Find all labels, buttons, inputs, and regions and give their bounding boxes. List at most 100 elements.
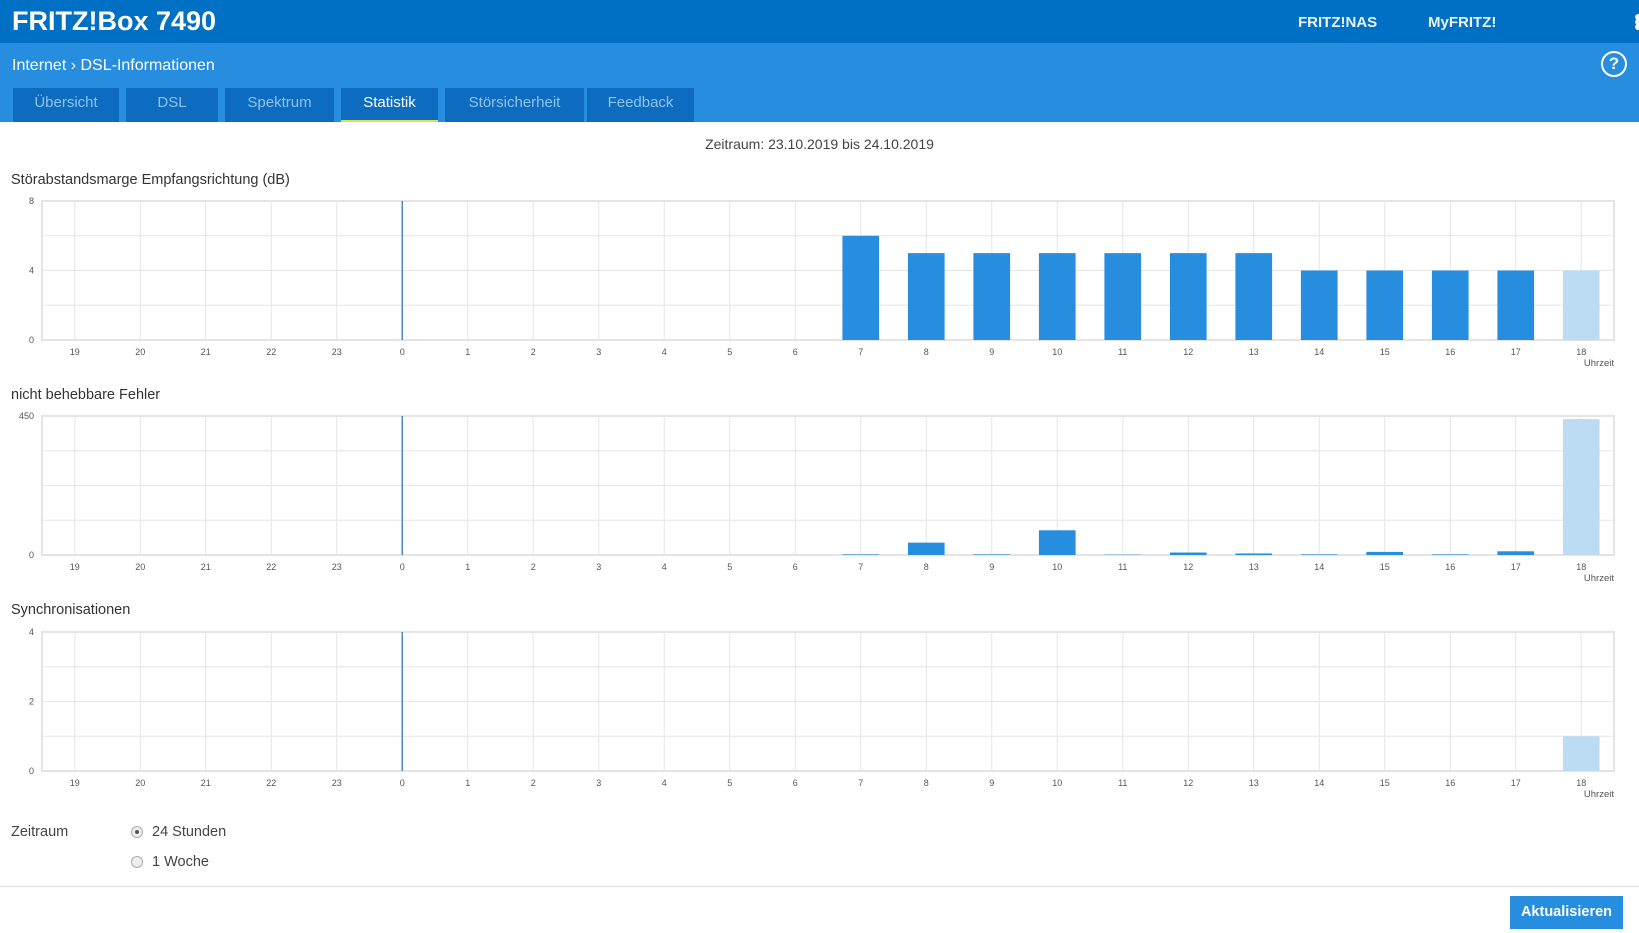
top-bar: FRITZ!Box 7490 FRITZ!NAS MyFRITZ! ● ● ● bbox=[0, 0, 1639, 43]
x-tick-label: 19 bbox=[70, 562, 80, 572]
tab-spektrum[interactable]: Spektrum bbox=[225, 88, 334, 122]
x-tick-label: 21 bbox=[201, 778, 211, 788]
bar bbox=[973, 554, 1011, 555]
breadcrumb-current: DSL-Informationen bbox=[80, 57, 215, 74]
x-tick-label: 12 bbox=[1183, 778, 1193, 788]
bar bbox=[1431, 554, 1469, 555]
bar bbox=[1235, 553, 1273, 555]
tab-stoersicherheit[interactable]: Störsicherheit bbox=[445, 88, 584, 122]
tab-statistik[interactable]: Statistik bbox=[341, 88, 438, 122]
x-axis-label: Uhrzeit bbox=[1584, 358, 1614, 369]
x-tick-label: 9 bbox=[989, 562, 994, 572]
bar bbox=[1497, 551, 1535, 555]
bar bbox=[973, 253, 1011, 340]
menu-dots-icon[interactable]: ● ● ● bbox=[1634, 9, 1639, 33]
x-tick-label: 0 bbox=[400, 347, 405, 357]
x-tick-label: 23 bbox=[332, 347, 342, 357]
x-tick-label: 7 bbox=[858, 778, 863, 788]
x-tick-label: 7 bbox=[858, 562, 863, 572]
bar bbox=[1431, 270, 1469, 340]
x-tick-label: 15 bbox=[1380, 778, 1390, 788]
tab-dsl[interactable]: DSL bbox=[126, 88, 218, 122]
radio-24-stunden[interactable]: 24 Stunden bbox=[131, 824, 226, 840]
radio-1-woche[interactable]: 1 Woche bbox=[131, 854, 209, 870]
x-tick-label: 21 bbox=[201, 347, 211, 357]
x-tick-label: 11 bbox=[1118, 347, 1127, 357]
breadcrumb-internet[interactable]: Internet bbox=[12, 57, 66, 74]
bar bbox=[1366, 551, 1404, 555]
refresh-button[interactable]: Aktualisieren bbox=[1510, 896, 1623, 929]
x-tick-label: 18 bbox=[1576, 778, 1586, 788]
bar bbox=[1562, 270, 1600, 340]
radio-label: 1 Woche bbox=[152, 854, 209, 870]
radio-checked-icon[interactable] bbox=[131, 826, 143, 838]
x-tick-label: 0 bbox=[400, 562, 405, 572]
x-tick-label: 2 bbox=[531, 562, 536, 572]
chart-errors: 19 20 21 22 23 0 1 2 3 4 5 6 7 8 9 10 11 12 13 14 15 16 17 1804… bbox=[19, 411, 1615, 584]
x-tick-label: 22 bbox=[266, 347, 276, 357]
x-tick-label: 15 bbox=[1380, 562, 1390, 572]
y-tick-label: 0 bbox=[29, 550, 34, 560]
x-tick-label: 5 bbox=[727, 347, 732, 357]
x-tick-label: 22 bbox=[266, 562, 276, 572]
x-tick-label: 17 bbox=[1511, 778, 1521, 788]
x-tick-label: 4 bbox=[662, 778, 667, 788]
x-tick-label: 22 bbox=[266, 778, 276, 788]
x-tick-label: 17 bbox=[1511, 347, 1521, 357]
x-tick-label: 11 bbox=[1118, 562, 1127, 572]
bar bbox=[1235, 253, 1273, 340]
x-tick-label: 10 bbox=[1052, 347, 1062, 357]
y-tick-label: 0 bbox=[29, 766, 34, 776]
x-tick-label: 14 bbox=[1314, 562, 1324, 572]
x-tick-label: 3 bbox=[596, 778, 601, 788]
chart-title-snr: Störabstandsmarge Empfangsrichtung (dB) bbox=[11, 172, 290, 188]
radio-unchecked-icon[interactable] bbox=[131, 856, 143, 868]
x-tick-label: 17 bbox=[1511, 562, 1521, 572]
help-icon[interactable]: ? bbox=[1601, 51, 1627, 77]
x-tick-label: 18 bbox=[1576, 347, 1586, 357]
y-tick-label: 4 bbox=[29, 627, 34, 637]
zeitraum-label: Zeitraum bbox=[11, 824, 69, 840]
x-tick-label: 16 bbox=[1445, 562, 1455, 572]
bar bbox=[1038, 253, 1076, 340]
x-tick-label: 1 bbox=[465, 778, 470, 788]
x-tick-label: 18 bbox=[1576, 562, 1586, 572]
chart-sync: 19 20 21 22 23 0 1 2 3 4 5 6 7 8 9 10 11 12 13 14 15 16 17 1802… bbox=[29, 627, 1615, 800]
divider bbox=[0, 886, 1639, 887]
x-tick-label: 13 bbox=[1249, 347, 1259, 357]
x-tick-label: 5 bbox=[727, 778, 732, 788]
chart-title-sync: Synchronisationen bbox=[11, 602, 131, 618]
x-tick-label: 20 bbox=[135, 778, 145, 788]
x-tick-label: 1 bbox=[465, 562, 470, 572]
tab-uebersicht[interactable]: Übersicht bbox=[13, 88, 119, 122]
x-tick-label: 7 bbox=[858, 347, 863, 357]
x-tick-label: 8 bbox=[924, 562, 929, 572]
bar bbox=[1300, 270, 1338, 340]
x-tick-label: 2 bbox=[531, 347, 536, 357]
x-tick-label: 19 bbox=[70, 778, 80, 788]
chart-snr: 19 20 21 22 23 0 1 2 3 4 5 6 7 8 9 10 11 12 13 14 15 16 17 1804… bbox=[29, 196, 1615, 369]
x-tick-label: 6 bbox=[793, 778, 798, 788]
x-tick-label: 13 bbox=[1249, 778, 1259, 788]
bar bbox=[1300, 554, 1338, 555]
bar bbox=[907, 253, 945, 340]
fritznas-link[interactable]: FRITZ!NAS bbox=[1298, 14, 1377, 31]
x-tick-label: 13 bbox=[1249, 562, 1259, 572]
x-tick-label: 12 bbox=[1183, 562, 1193, 572]
bar bbox=[1497, 270, 1535, 340]
bar bbox=[842, 235, 880, 340]
bar bbox=[1104, 253, 1142, 340]
bar bbox=[842, 554, 880, 555]
radio-label: 24 Stunden bbox=[152, 824, 227, 840]
y-tick-label: 450 bbox=[19, 411, 34, 421]
x-tick-label: 3 bbox=[596, 347, 601, 357]
tab-feedback[interactable]: Feedback bbox=[587, 88, 694, 122]
x-tick-label: 11 bbox=[1118, 778, 1127, 788]
y-tick-label: 0 bbox=[29, 335, 34, 345]
myfritz-link[interactable]: MyFRITZ! bbox=[1428, 14, 1496, 31]
x-tick-label: 5 bbox=[727, 562, 732, 572]
x-axis-label: Uhrzeit bbox=[1584, 789, 1614, 800]
x-tick-label: 4 bbox=[662, 347, 667, 357]
brand-logo: FRITZ!Box 7490 bbox=[12, 6, 217, 36]
breadcrumb-separator-icon: › bbox=[70, 57, 77, 74]
